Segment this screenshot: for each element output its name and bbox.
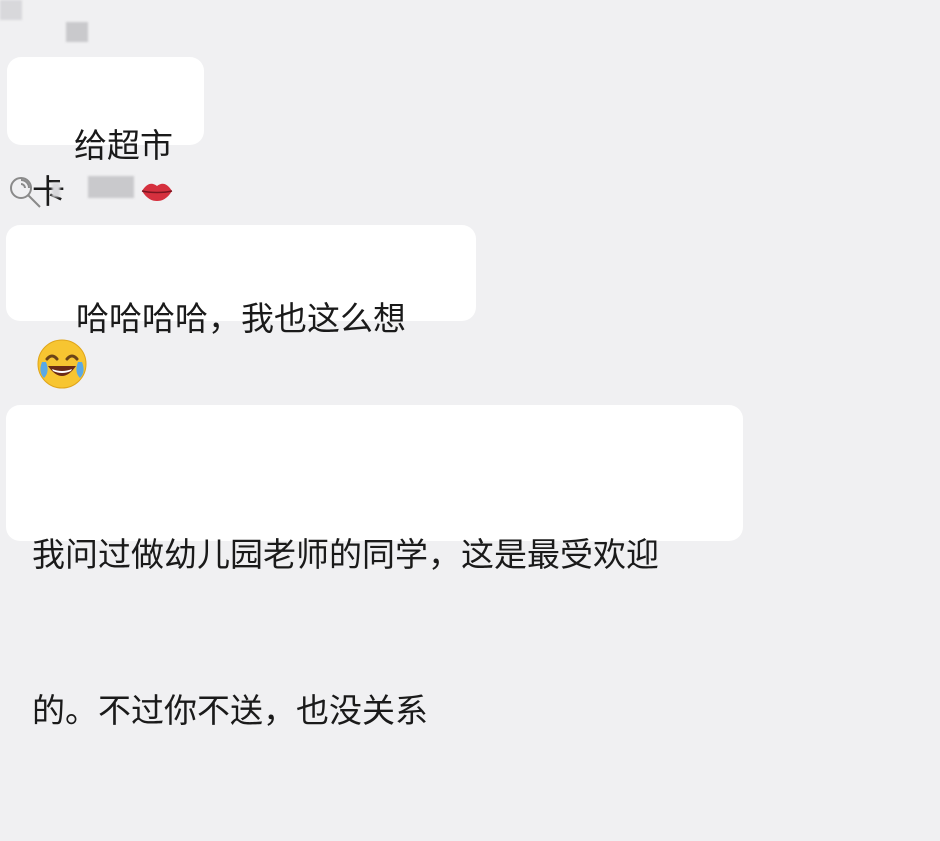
- message-bubble[interactable]: 给超市卡: [7, 57, 204, 211]
- message-text: 哈哈哈哈，我也这么想: [75, 299, 406, 338]
- lips-icon: [141, 183, 173, 201]
- message-text-line: 我问过做幼儿园老师的同学，这是最受欢迎: [32, 535, 659, 574]
- sender-avatar-blurred: [66, 22, 88, 42]
- sender-name-blurred: [52, 183, 60, 197]
- message-bubble[interactable]: 我问过做幼儿园老师的同学，这是最受欢迎 的。不过你不送，也没关系: [6, 405, 743, 730]
- chat-area: 给超市卡 哈哈哈哈，我也这么想 我问过做幼儿园老师的同学，这是最受欢迎 的。不过…: [0, 0, 940, 730]
- message-bubble[interactable]: 哈哈哈哈，我也这么想: [6, 225, 476, 388]
- lollipop-icon: [10, 177, 41, 208]
- message-text-line: 的。不过你不送，也没关系: [32, 691, 428, 730]
- sender-name-blurred: [88, 176, 134, 198]
- sender-name-blurred: [0, 0, 22, 20]
- laughing-crying-emoji-icon: [37, 339, 87, 388]
